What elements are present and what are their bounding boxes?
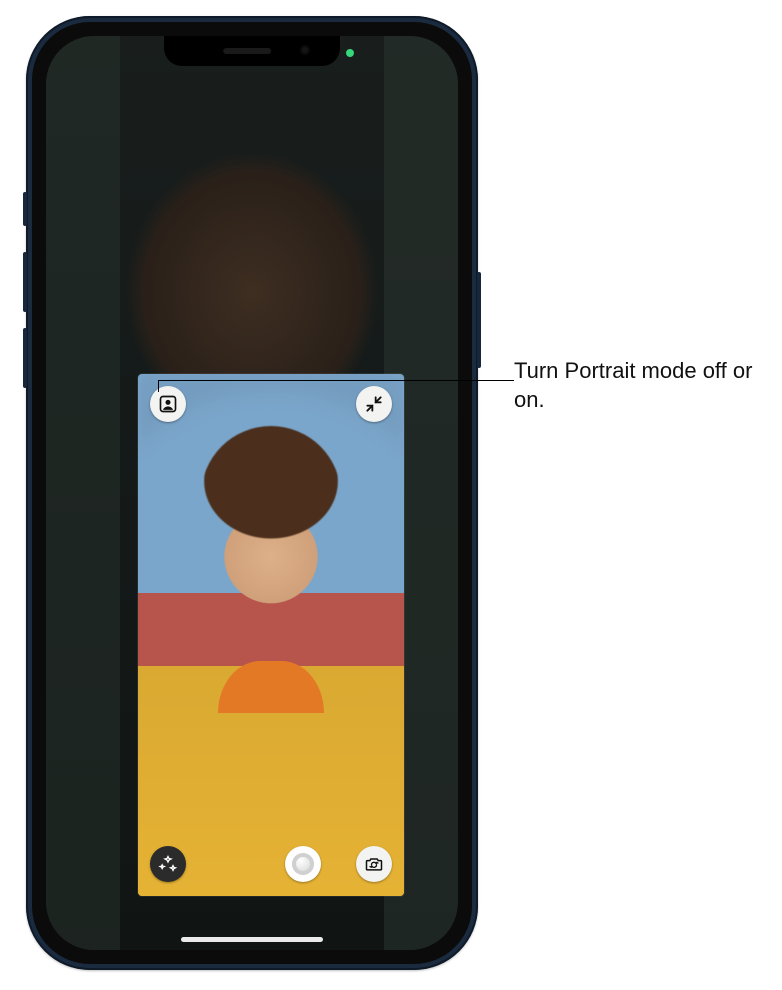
callout-leader-line xyxy=(158,380,514,381)
sparkle-aperture-icon xyxy=(158,854,178,874)
volume-down-button xyxy=(23,328,27,388)
capture-photo-button[interactable] xyxy=(285,846,321,882)
phone-bezel xyxy=(32,22,472,964)
arrows-in-icon xyxy=(364,394,384,414)
portrait-mode-toggle[interactable] xyxy=(150,386,186,422)
camera-flip-icon xyxy=(364,854,384,874)
home-indicator xyxy=(181,937,323,942)
effects-button[interactable] xyxy=(150,846,186,882)
flip-camera-button[interactable] xyxy=(356,846,392,882)
ring-silent-switch xyxy=(23,192,27,226)
minimize-tile-button[interactable] xyxy=(356,386,392,422)
person-portrait-icon xyxy=(158,394,178,414)
volume-up-button xyxy=(23,252,27,312)
callout-portrait-mode: Turn Portrait mode off or on. xyxy=(514,356,772,414)
callout-leader-tick xyxy=(158,380,159,392)
notch xyxy=(164,36,340,66)
camera-in-use-indicator xyxy=(346,49,354,57)
iphone-device-frame xyxy=(26,16,478,970)
side-button xyxy=(477,272,481,368)
self-view-tile[interactable] xyxy=(138,374,404,896)
screen xyxy=(46,36,458,950)
